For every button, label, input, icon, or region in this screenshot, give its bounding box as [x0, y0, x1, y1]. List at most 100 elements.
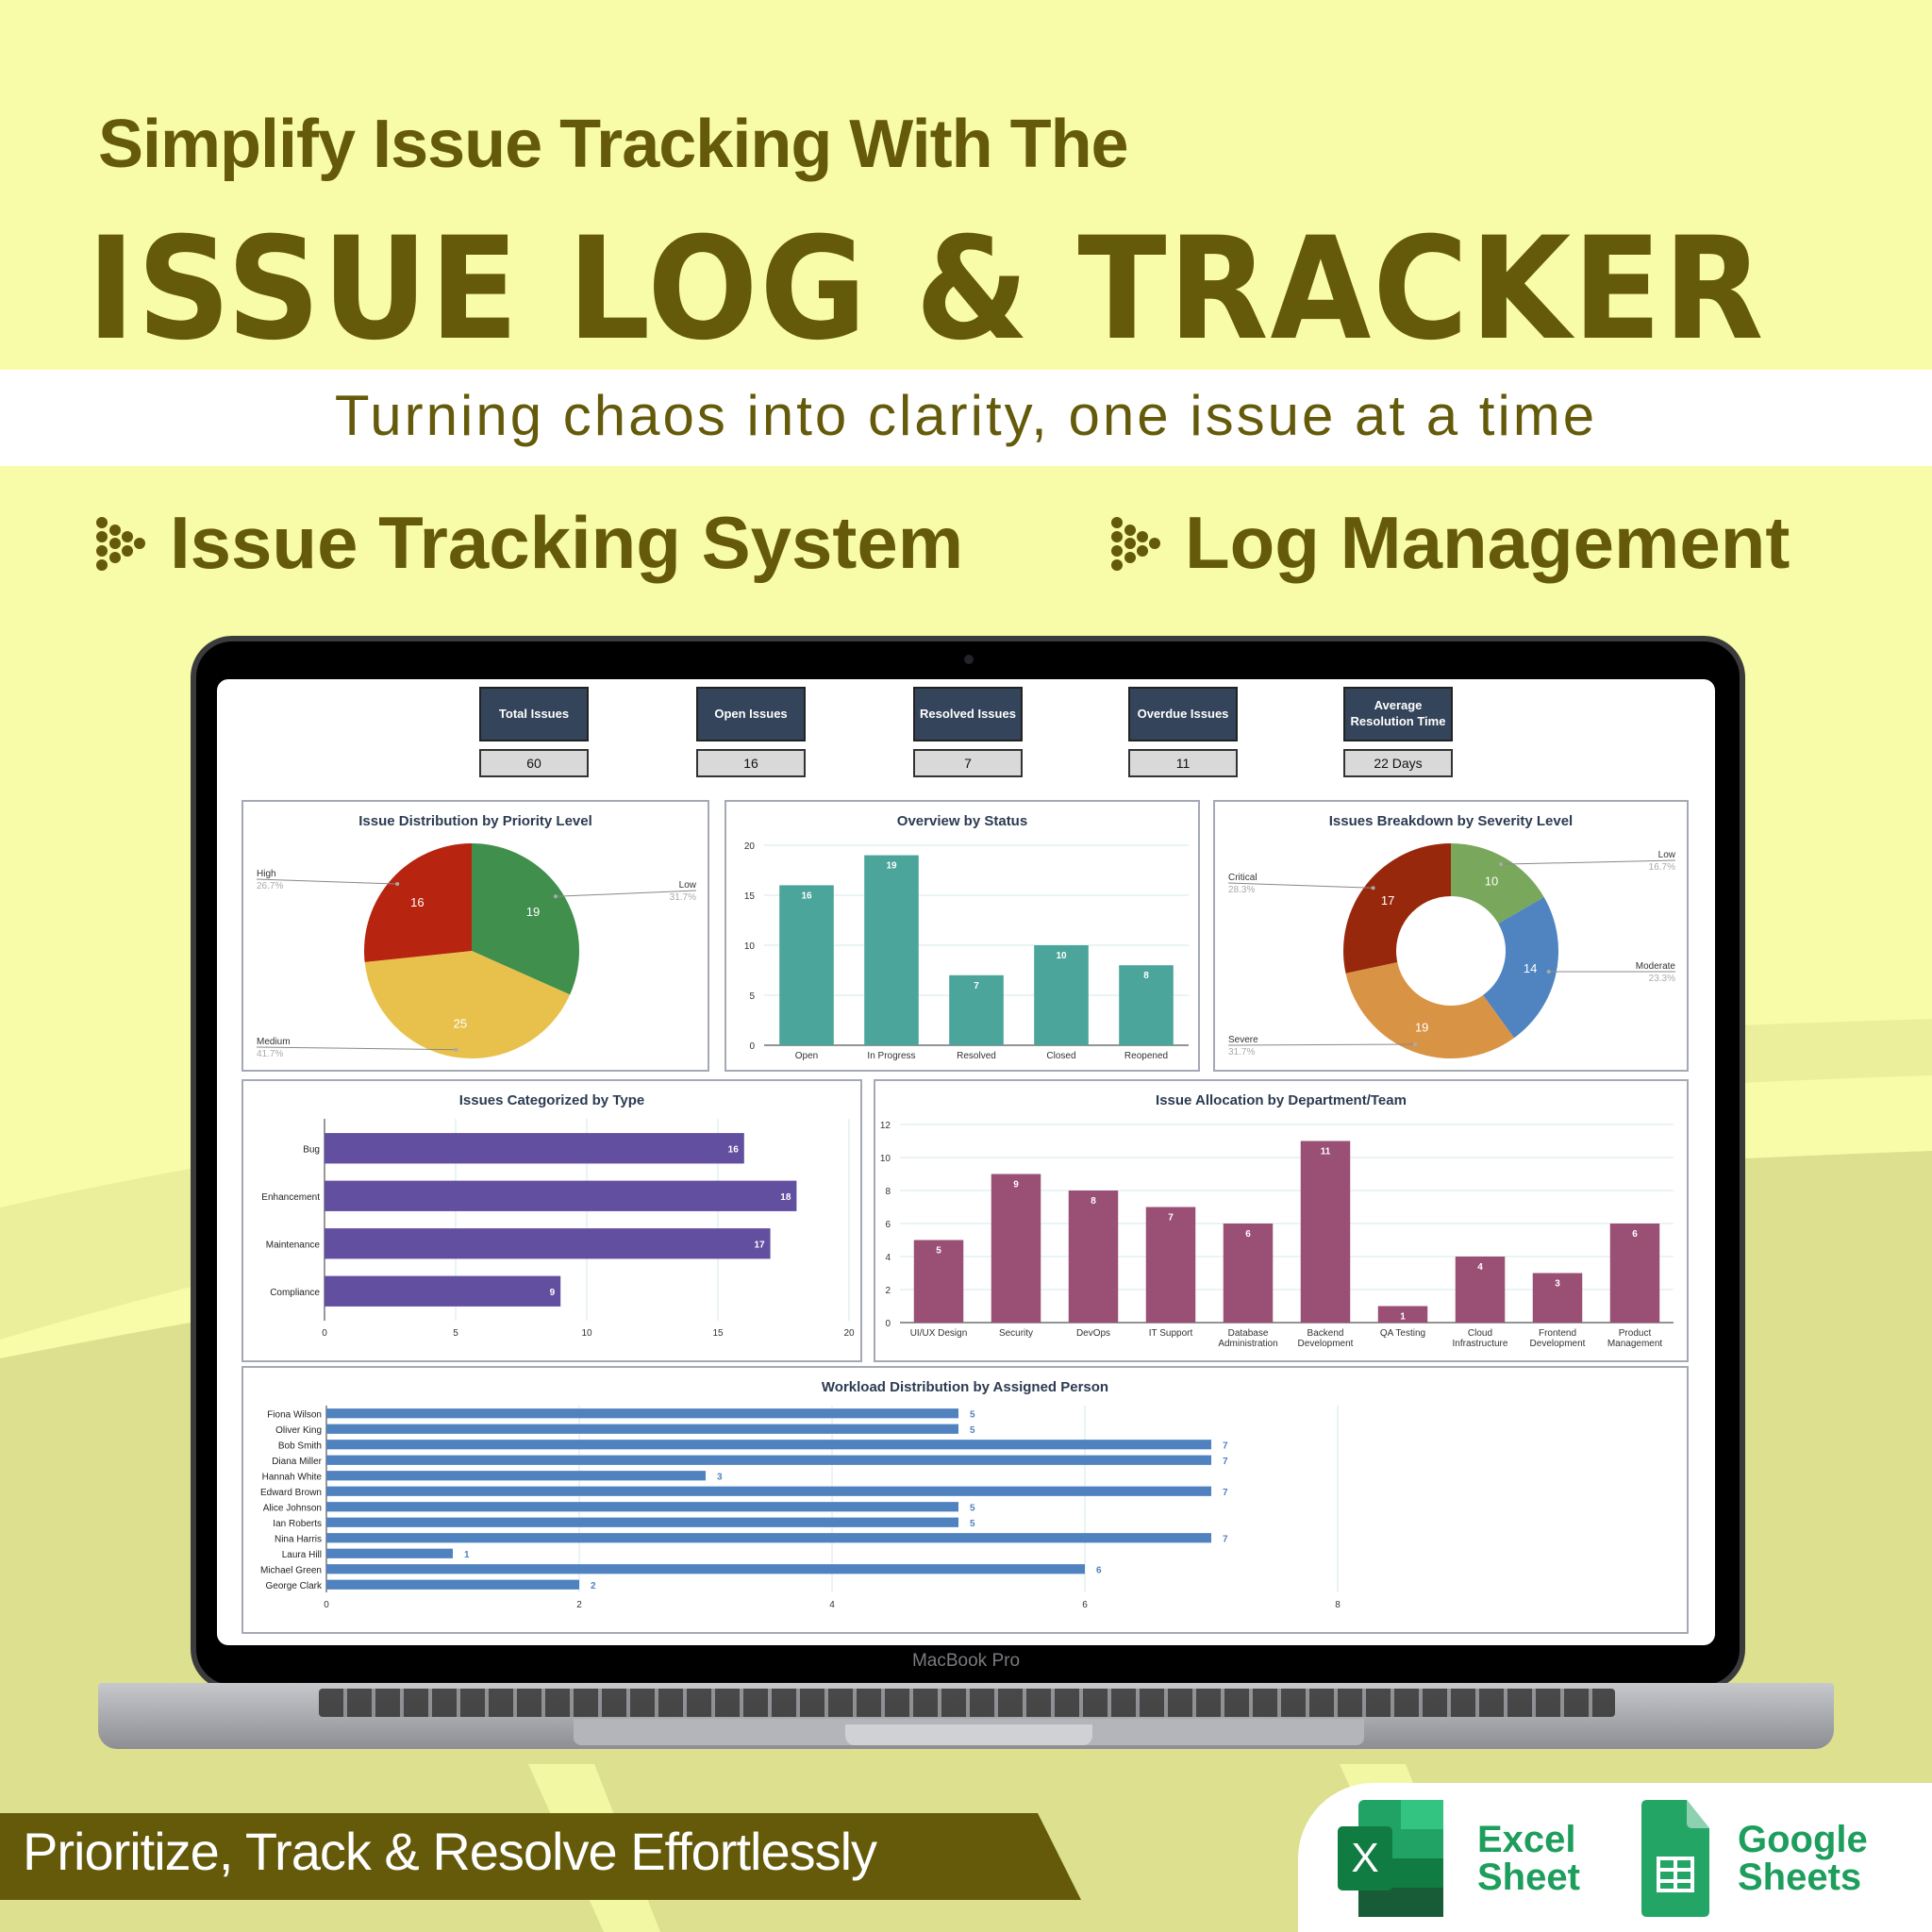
x-category-label-line: Resolved [957, 1051, 996, 1061]
x-tick-label: 5 [453, 1328, 458, 1339]
kpi-value: 11 [1128, 749, 1238, 777]
bar-value-label: 6 [1096, 1565, 1102, 1575]
x-category-label: Security [999, 1328, 1033, 1339]
slice-percent-label: 41.7% [257, 1049, 283, 1059]
bar [326, 1533, 1211, 1543]
feature-issue-tracking: Issue Tracking System [94, 500, 963, 586]
x-category-label: Reopened [1124, 1051, 1168, 1061]
bar [326, 1502, 958, 1512]
x-category-label-line: IT Support [1149, 1328, 1193, 1339]
panel-severity: Issues Breakdown by Severity Level 10 Low… [1213, 800, 1689, 1072]
x-category-label: UI/UX Design [910, 1328, 968, 1339]
bar [1145, 1207, 1196, 1323]
x-category-label-line: Database [1228, 1328, 1269, 1339]
slice-value-label: 10 [1485, 874, 1498, 889]
slice-value-label: 16 [410, 895, 424, 909]
bar [326, 1471, 706, 1481]
bar [326, 1579, 579, 1590]
x-category-label-line: DevOps [1076, 1328, 1110, 1339]
feature-log-management: Log Management [1109, 500, 1790, 586]
pie-slice-critical [1343, 843, 1451, 974]
sheets-label-line2: Sheets [1738, 1857, 1862, 1898]
slice-value-label: 25 [454, 1017, 467, 1031]
type-bar-chart: 0 5 10 15 20 16 Bug 18 Enhancement 17 Maintenance 9… [261, 1119, 855, 1339]
x-category-label-line: Development [1298, 1339, 1354, 1349]
panel-department: Issue Allocation by Department/Team 0246… [874, 1079, 1689, 1362]
bar-value-label: 6 [1245, 1229, 1251, 1240]
x-category-label: DevOps [1076, 1328, 1110, 1339]
x-category-label-line: Infrastructure [1453, 1339, 1508, 1349]
bar-value-label: 5 [970, 1519, 975, 1529]
bar [864, 855, 919, 1045]
panel-priority: Issue Distribution by Priority Level 19 L… [242, 800, 709, 1072]
x-category-label: In Progress [867, 1051, 915, 1061]
y-tick-label: 5 [749, 991, 755, 1002]
x-category-label-line: UI/UX Design [910, 1328, 968, 1339]
bar [991, 1174, 1041, 1323]
excel-icon: X [1338, 1800, 1443, 1917]
x-category-label-line: Development [1530, 1339, 1586, 1349]
x-category-label: Frontend Development [1530, 1328, 1586, 1349]
leader-dot [1499, 862, 1504, 867]
kpi-label: Resolved Issues [913, 687, 1023, 741]
banner-text: Prioritize, Track & Resolve Effortlessly [23, 1822, 877, 1881]
panel-workload: Workload Distribution by Assigned Person… [242, 1366, 1689, 1634]
leader-dot [1546, 970, 1551, 974]
y-tick-label: 0 [885, 1319, 891, 1329]
y-category-label: Bug [303, 1144, 320, 1155]
google-sheets-label: Google Sheets [1738, 1821, 1868, 1896]
priority-pie-chart: 19 Low31.7% 25 Medium 41.7% 16 High 26.7% [256, 843, 697, 1059]
bar-value-label: 16 [801, 891, 812, 901]
bar [326, 1486, 1211, 1496]
x-category-label-line: Closed [1046, 1051, 1075, 1061]
x-category-label-line: Open [795, 1051, 818, 1061]
bar-value-label: 7 [1223, 1488, 1228, 1498]
slice-value-label: 19 [1415, 1020, 1428, 1034]
bar-value-label: 1 [1400, 1312, 1406, 1323]
dotted-arrow-icon [96, 516, 145, 571]
bar-value-label: 9 [550, 1288, 556, 1298]
y-category-label: Diana Miller [272, 1457, 322, 1467]
kpi-value: 7 [913, 749, 1023, 777]
bar-value-label: 17 [754, 1240, 765, 1250]
y-tick-label: 8 [885, 1187, 891, 1197]
kpi-value: 16 [696, 749, 806, 777]
bar-value-label: 5 [970, 1409, 975, 1420]
x-tick-label: 2 [576, 1600, 582, 1610]
y-category-label: Oliver King [275, 1425, 322, 1436]
bar-value-label: 7 [1223, 1441, 1228, 1451]
x-tick-label: 8 [1335, 1600, 1341, 1610]
leader-dot [1371, 886, 1375, 891]
kpi-value: 22 Days [1343, 749, 1453, 777]
bar [326, 1564, 1085, 1574]
y-category-label: Enhancement [261, 1192, 320, 1203]
y-category-label: Laura Hill [282, 1550, 322, 1560]
x-category-label: Open [795, 1051, 818, 1061]
bar [326, 1424, 958, 1434]
bar [325, 1180, 797, 1211]
x-tick-label: 0 [324, 1600, 329, 1610]
bar-value-label: 11 [1321, 1147, 1331, 1158]
x-category-label-line: Frontend [1539, 1328, 1576, 1339]
x-category-label-line: Reopened [1124, 1051, 1168, 1061]
x-category-label: Backend Development [1298, 1328, 1354, 1349]
kpi-value: 60 [479, 749, 589, 777]
x-category-label: Resolved [957, 1051, 996, 1061]
hero-subtitle: Simplify Issue Tracking With The [98, 107, 1129, 182]
x-category-label-line: Administration [1218, 1339, 1277, 1349]
bar-value-label: 5 [970, 1503, 975, 1513]
lid-notch [845, 1724, 1092, 1745]
pie-slice-severe [1345, 962, 1515, 1058]
y-category-label: Compliance [270, 1288, 320, 1298]
bar-value-label: 3 [717, 1472, 723, 1482]
y-tick-label: 20 [744, 841, 756, 852]
leader-dot [454, 1047, 458, 1052]
bar [326, 1455, 1211, 1465]
y-tick-label: 4 [885, 1253, 891, 1263]
bar [325, 1275, 561, 1307]
kpi-label: Open Issues [696, 687, 806, 741]
excel-label: Excel Sheet [1477, 1821, 1580, 1896]
y-category-label: Bob Smith [278, 1441, 322, 1451]
slice-value-label: 17 [1381, 893, 1394, 908]
leader-dot [553, 894, 558, 899]
